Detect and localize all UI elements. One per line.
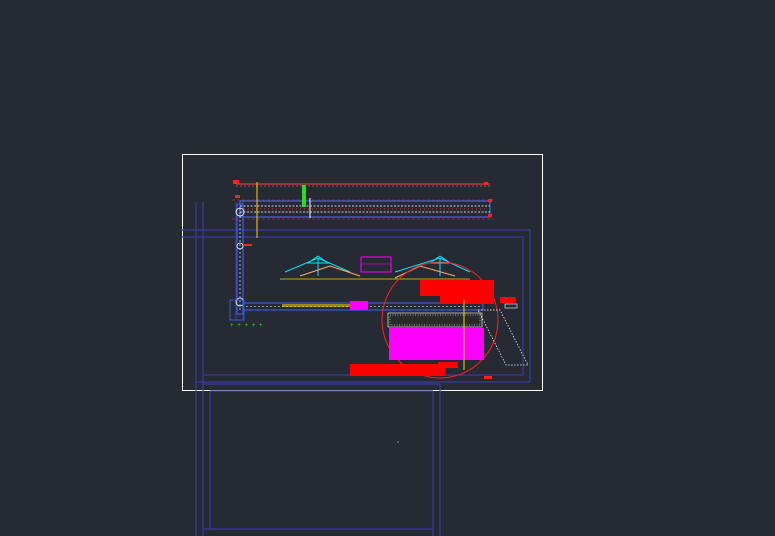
stray-point bbox=[397, 441, 399, 443]
model-space-background bbox=[0, 0, 775, 536]
cad-model-space-canvas[interactable]: + + + + + bbox=[0, 0, 775, 536]
svg-text:+ + + + +: + + + + + bbox=[230, 322, 263, 329]
green-marker bbox=[302, 185, 306, 207]
